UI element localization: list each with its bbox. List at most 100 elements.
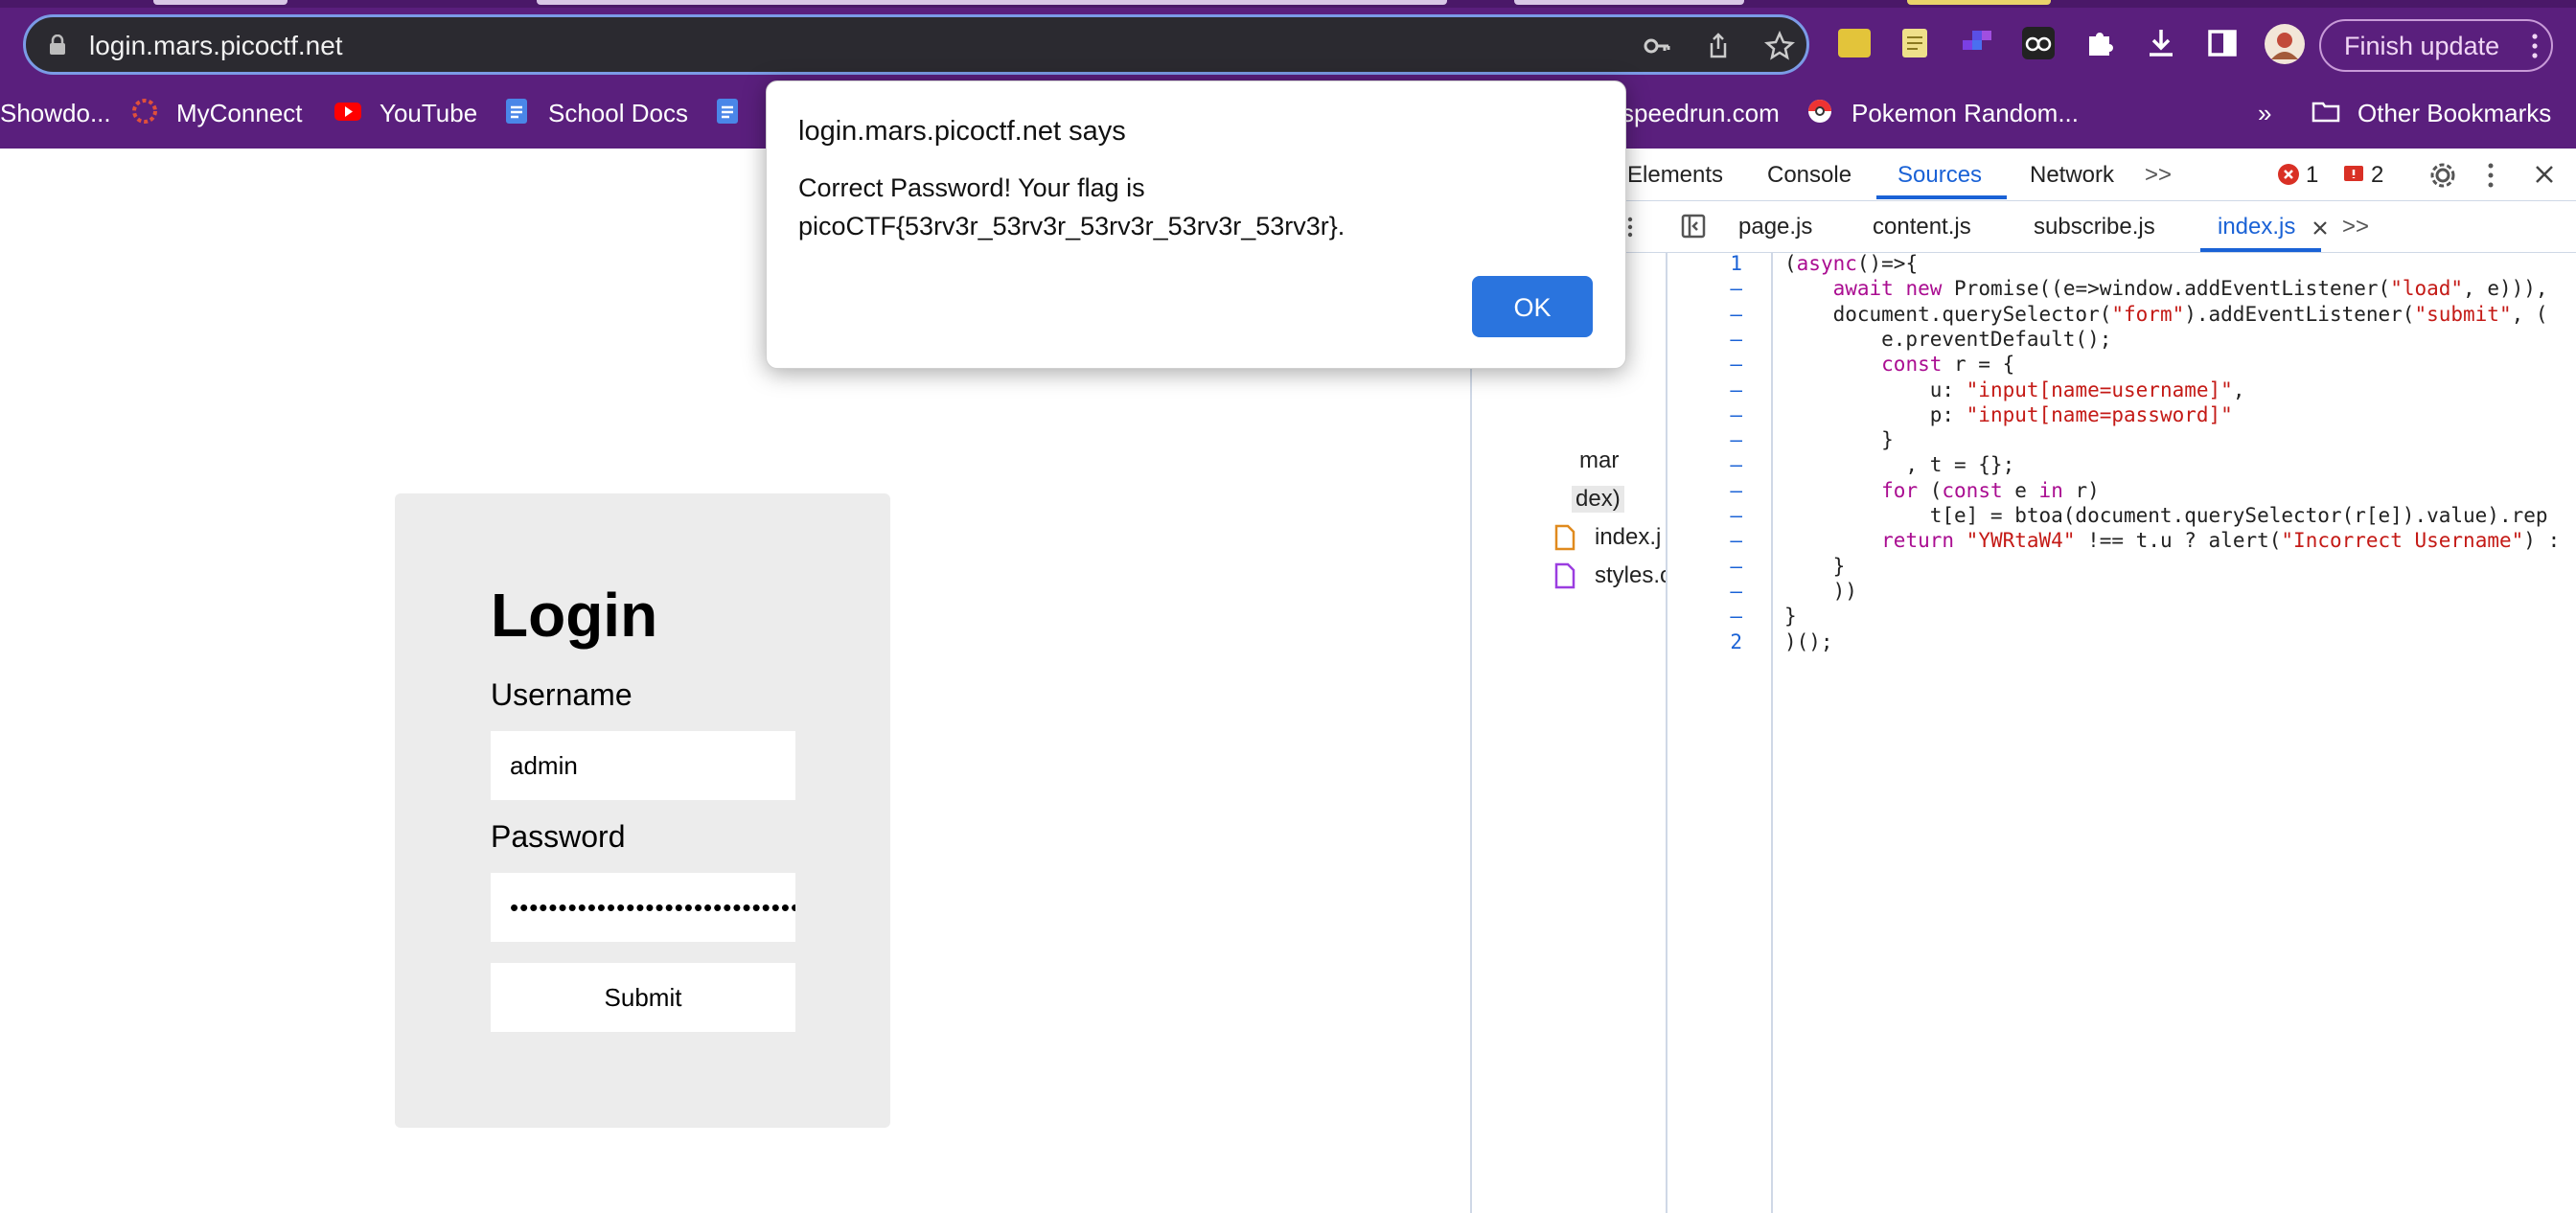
more-vert-icon[interactable]	[2486, 162, 2496, 189]
line-number[interactable]: –	[1730, 428, 1742, 451]
url-text[interactable]: login.mars.picoctf.net	[89, 31, 343, 61]
tab-strip	[0, 0, 2576, 8]
code-editor[interactable]: (async()=>{ await new Promise((e=>window…	[1784, 252, 2576, 1213]
line-number[interactable]: –	[1730, 453, 1742, 476]
key-icon[interactable]	[1642, 31, 1672, 61]
share-icon[interactable]	[1703, 31, 1734, 61]
username-input[interactable]	[491, 731, 795, 800]
login-card: Login Username Password ••••••••••••••••…	[395, 493, 890, 1128]
bookmark-youtube[interactable]: YouTube	[380, 99, 477, 128]
tab[interactable]	[1907, 0, 2051, 5]
more-tabs-button[interactable]: >>	[2145, 162, 2172, 189]
settings-gear-icon[interactable]	[2428, 161, 2457, 190]
side-panel-icon[interactable]	[2204, 25, 2241, 61]
line-number[interactable]: –	[1730, 555, 1742, 578]
code-line: }	[1784, 554, 1846, 578]
code-line: (async()=>{	[1784, 252, 1919, 275]
alert-dialog: login.mars.picoctf.net says Correct Pass…	[766, 80, 1626, 369]
toggle-navigator-icon[interactable]	[1681, 214, 1706, 239]
tab-elements[interactable]: Elements	[1627, 162, 1723, 189]
address-bar[interactable]: login.mars.picoctf.net	[23, 14, 1809, 75]
download-icon[interactable]	[2143, 25, 2179, 61]
close-tab-icon[interactable]	[2312, 219, 2329, 237]
password-input[interactable]: ••••••••••••••••••••••••••••••	[491, 873, 795, 942]
bookmark-pokemon[interactable]: Pokemon Random...	[1852, 99, 2079, 128]
owl-extension-icon[interactable]	[2020, 25, 2057, 61]
file-tab-page-js[interactable]: page.js	[1738, 214, 1812, 240]
line-number[interactable]: –	[1730, 504, 1742, 527]
more-vert-icon[interactable]	[1625, 216, 1635, 239]
ok-button[interactable]: OK	[1472, 276, 1593, 337]
error-icon[interactable]	[2277, 163, 2300, 186]
tab[interactable]	[537, 0, 1447, 5]
bookmark-speedrun[interactable]: speedrun.com	[1622, 99, 1780, 128]
lock-icon[interactable]	[49, 34, 66, 56]
bookmark-myconnect[interactable]: MyConnect	[176, 99, 303, 128]
google-docs-icon	[506, 99, 527, 124]
dialog-flag-text: picoCTF{53rv3r_53rv3r_53rv3r_53rv3r_53rv…	[798, 212, 1346, 240]
code-line: , t = {};	[1784, 453, 2015, 477]
line-number[interactable]: –	[1730, 378, 1742, 401]
line-number[interactable]: –	[1730, 277, 1742, 300]
star-icon[interactable]	[1764, 31, 1795, 61]
active-tab-indicator	[1876, 195, 2007, 199]
puzzle-extensions-icon[interactable]	[2082, 25, 2118, 61]
code-line: const r = {	[1881, 353, 2015, 377]
tab-sources[interactable]: Sources	[1898, 162, 1982, 189]
devtools-panel: Elements Console Sources Network >> 1 2 …	[1470, 149, 2576, 1213]
line-number[interactable]: –	[1730, 580, 1742, 603]
code-line: for (const e in r)	[1881, 478, 2100, 502]
code-line: ))	[1784, 579, 1857, 603]
tab-console[interactable]: Console	[1767, 162, 1852, 189]
finish-update-label: Finish update	[2344, 32, 2500, 60]
code-line: }	[1784, 605, 1797, 629]
navigator-item[interactable]: styles.c	[1595, 562, 1666, 589]
more-vert-icon	[2532, 34, 2538, 58]
editor-file-tabs: page.js content.js subscribe.js index.js…	[1472, 200, 2576, 253]
password-label: Password	[491, 819, 626, 854]
code-line: document.querySelector("form").addEventL…	[1784, 302, 2548, 326]
bookmark-school-docs[interactable]: School Docs	[548, 99, 688, 128]
error-count: 1	[2306, 162, 2319, 188]
myconnect-icon	[132, 99, 157, 124]
line-number[interactable]: –	[1730, 303, 1742, 326]
file-tab-subscribe-js[interactable]: subscribe.js	[2034, 214, 2155, 240]
navigator-item[interactable]: index.j	[1595, 524, 1661, 551]
issue-icon[interactable]	[2342, 163, 2365, 186]
close-icon[interactable]	[2534, 164, 2555, 185]
submit-button[interactable]: Submit	[491, 963, 795, 1032]
line-number[interactable]: 1	[1730, 252, 1742, 275]
profile-avatar[interactable]	[2264, 23, 2306, 65]
line-number[interactable]: –	[1730, 479, 1742, 502]
blocks-extension-icon[interactable]	[1959, 25, 1995, 61]
bookmarks-overflow-button[interactable]: »	[2258, 99, 2271, 128]
game-2048-extension-icon[interactable]	[1836, 25, 1873, 61]
css-file-icon	[1554, 562, 1576, 589]
code-line: p: "input[name=password]"	[1784, 402, 2233, 426]
more-files-button[interactable]: >>	[2342, 214, 2369, 240]
username-label: Username	[491, 677, 632, 712]
finish-update-button[interactable]: Finish update	[2319, 19, 2553, 72]
code-line: e.preventDefault();	[1784, 327, 2112, 351]
line-number[interactable]: –	[1730, 529, 1742, 552]
line-number[interactable]: –	[1730, 328, 1742, 351]
line-number[interactable]: –	[1730, 403, 1742, 426]
notes-extension-icon[interactable]	[1897, 25, 1933, 61]
line-number[interactable]: –	[1730, 353, 1742, 376]
bookmark-showdown[interactable]: Showdo...	[0, 99, 111, 128]
navigator-item[interactable]: dex)	[1572, 486, 1624, 513]
navigator-item[interactable]: mar	[1579, 447, 1619, 474]
google-docs-icon	[717, 99, 738, 124]
file-tab-index-js[interactable]: index.js	[2218, 214, 2295, 240]
file-tab-content-js[interactable]: content.js	[1873, 214, 1971, 240]
dialog-message: Correct Password! Your flag is	[798, 173, 1145, 202]
line-number[interactable]: –	[1730, 605, 1742, 628]
tab[interactable]	[153, 0, 288, 5]
sources-navigator: mar dex) index.j styles.c	[1472, 252, 1668, 1213]
tab[interactable]	[1514, 0, 1744, 5]
bookmark-other-bookmarks[interactable]: Other Bookmarks	[2358, 99, 2551, 128]
code-line: t[e] = btoa(document.querySelector(r[e])…	[1784, 504, 2548, 527]
tab-network[interactable]: Network	[2030, 162, 2114, 189]
devtools-tabbar: Elements Console Sources Network >> 1 2	[1472, 149, 2576, 201]
line-number[interactable]: 2	[1730, 630, 1742, 653]
